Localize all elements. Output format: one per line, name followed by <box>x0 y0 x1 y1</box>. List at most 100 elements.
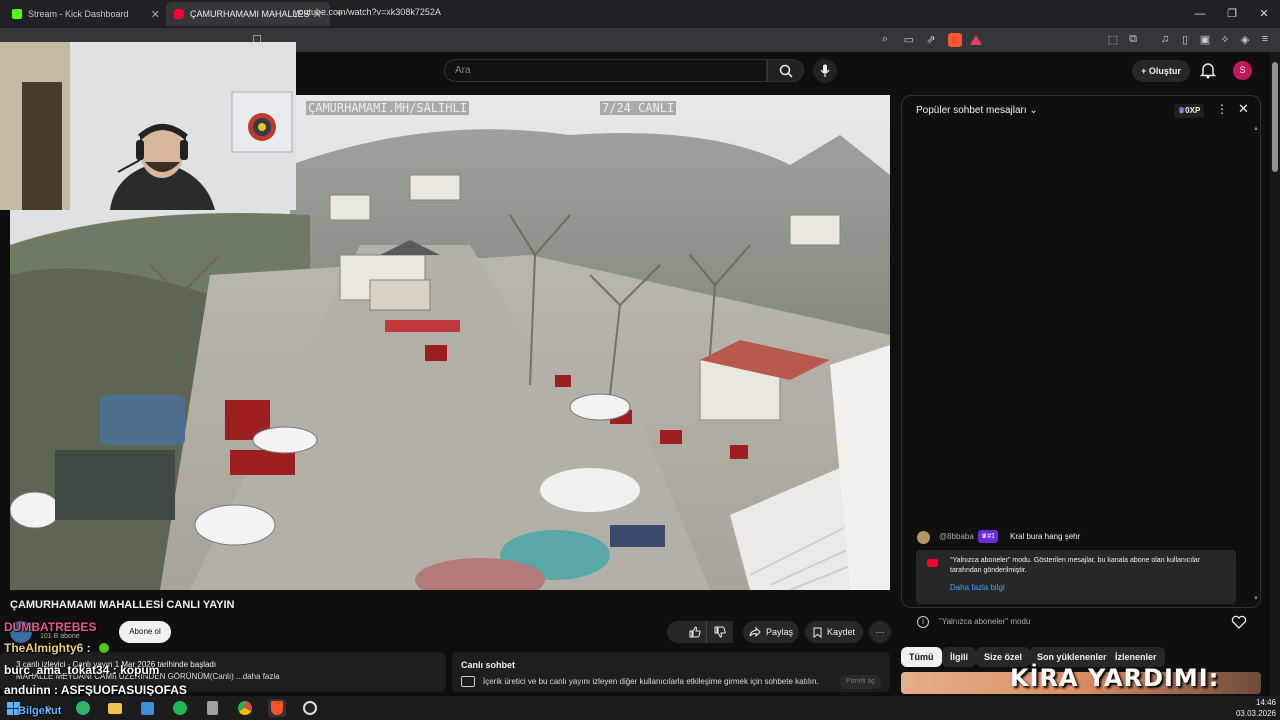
close-tab-icon[interactable]: ✕ <box>151 8 160 21</box>
edge-icon[interactable] <box>74 699 92 717</box>
chat-scroll-up-icon[interactable]: ▲ <box>1253 126 1259 132</box>
brave-shields-icon[interactable] <box>948 33 962 47</box>
xp-label: 0XP <box>1185 106 1201 115</box>
clock-time: 14:46 <box>1255 698 1276 707</box>
search-icon <box>779 64 793 78</box>
leo-ai-icon[interactable]: ✧ <box>1218 33 1232 46</box>
minimize-button[interactable]: — <box>1184 0 1216 28</box>
chat-footer: i "Yalnızca aboneler" modu <box>901 608 1261 638</box>
xp-badge[interactable]: ♛0XP <box>1174 104 1205 118</box>
emote-icon <box>99 642 110 653</box>
chip-all[interactable]: Tümü <box>901 647 942 667</box>
rank-badge: ♛#1 <box>978 530 999 543</box>
overlay-chat-line: burc_ama_tokat34 : kopum <box>4 663 160 677</box>
streamer-webcam-image <box>0 42 296 210</box>
cast-icon[interactable]: ▭ <box>902 33 916 46</box>
wallet-icon[interactable]: ▣ <box>1198 33 1212 46</box>
zoom-icon[interactable]: ⌕ <box>878 33 892 46</box>
microphone-icon <box>820 64 830 77</box>
chat-menu-icon[interactable]: ⋮ <box>1216 102 1228 116</box>
system-clock[interactable]: 14:46 03.03.2026 <box>1226 697 1276 719</box>
overlay-chat-user: TheAlmighty6 <box>4 641 84 655</box>
subscribe-button[interactable]: Abone ol <box>119 621 171 643</box>
chat-user-avatar[interactable] <box>917 531 930 544</box>
more-actions-button[interactable]: ⋯ <box>869 621 891 643</box>
create-button[interactable]: + Oluştur <box>1132 60 1190 82</box>
chat-scroll-down-icon[interactable]: ▼ <box>1253 596 1259 602</box>
youtube-icon <box>174 9 184 19</box>
tab-label: Stream - Kick Dashboard <box>28 9 129 19</box>
overlay-chat-message: ASFŞUOFASUIŞOFAS <box>60 683 187 697</box>
maximize-button[interactable]: ❐ <box>1216 0 1248 28</box>
scrollbar-thumb[interactable] <box>1272 62 1278 172</box>
live-chat-description: İçerik üretici ve bu canlı yayını izleye… <box>483 677 819 686</box>
live-chat-promo: Canlı sohbet İçerik üretici ve bu canlı … <box>452 652 890 692</box>
overlay-chat-user: DUMBATREBES <box>4 620 97 634</box>
close-window-button[interactable]: ✕ <box>1248 0 1280 28</box>
search-button[interactable] <box>767 59 804 82</box>
close-chat-icon[interactable]: ✕ <box>1238 101 1249 117</box>
share-page-icon[interactable]: ⇗ <box>924 33 938 46</box>
vpn-icon[interactable]: ◈ <box>1238 33 1252 46</box>
brave-rewards-icon[interactable] <box>970 35 982 45</box>
share-button[interactable]: Paylaş <box>743 621 799 643</box>
chat-message-text: Kral bura hang şehr <box>1010 532 1081 541</box>
overlay-chat-line: DUMBATREBES <box>4 620 96 634</box>
heart-reaction-button[interactable] <box>1231 614 1247 630</box>
save-label: Kaydet <box>826 627 856 637</box>
store-icon[interactable] <box>138 699 156 717</box>
url-field[interactable]: youtube.com/watch?v=xk308k7252A <box>272 4 992 20</box>
screenshot-icon[interactable]: ⧉ <box>1126 33 1140 46</box>
camera-location-label: ÇAMURHAMAMI.MH/SALIHLI <box>306 101 469 115</box>
youtube-icon <box>927 559 938 567</box>
share-icon <box>749 627 761 637</box>
overlay-chat-line: TheAlmighty6 : <box>4 639 110 657</box>
overlay-chat-colon: : <box>83 641 91 655</box>
chat-bubble-icon <box>461 676 475 687</box>
search-input[interactable]: Ara <box>444 59 767 82</box>
spotify-icon[interactable] <box>171 699 189 717</box>
menu-icon[interactable]: ≡ <box>1258 33 1272 45</box>
extensions-icon[interactable]: ⬚ <box>1106 33 1120 46</box>
learn-more-link[interactable]: Daha fazla bilgi <box>950 583 1005 592</box>
kick-icon <box>12 9 22 19</box>
chat-mode-text: "Yalnızca aboneler" modu <box>939 617 1031 626</box>
tab-kick-dashboard[interactable]: Stream - Kick Dashboard ✕ <box>4 2 168 26</box>
chevron-down-icon: ⌄ <box>1029 105 1038 116</box>
voice-search-button[interactable] <box>813 59 837 83</box>
open-panel-button[interactable]: Paneli aç <box>840 675 881 689</box>
clock-date: 03.03.2026 <box>1235 709 1276 718</box>
more-icon: ⋯ <box>875 626 885 637</box>
bookmark-save-icon <box>813 627 822 638</box>
camera-live-label: 7/24 CANLI <box>600 101 677 115</box>
video-title: ÇAMURHAMAMI MAHALLESİ CANLI YAYIN <box>10 599 235 611</box>
live-chat-panel: Popüler sohbet mesajları ⌄ ♛0XP ⋮ ✕ @8bb… <box>901 95 1261 608</box>
plus-icon: + <box>1141 66 1149 76</box>
obs-icon[interactable] <box>301 699 319 717</box>
calculator-icon[interactable] <box>203 699 221 717</box>
window-controls: — ❐ ✕ <box>1184 0 1280 28</box>
chat-mode-dropdown[interactable]: Popüler sohbet mesajları ⌄ <box>916 105 1038 116</box>
media-icon[interactable]: ♫ <box>1158 33 1172 45</box>
brave-taskbar-icon[interactable] <box>268 699 286 717</box>
save-button[interactable]: Kaydet <box>805 621 863 643</box>
account-avatar[interactable]: S <box>1233 61 1252 80</box>
windows-taskbar <box>0 696 1280 720</box>
chrome-icon[interactable] <box>236 699 254 717</box>
chat-message-author[interactable]: @8bbaba <box>939 532 974 541</box>
live-chat-title: Canlı sohbet <box>461 660 516 670</box>
dislike-button[interactable] <box>706 621 733 643</box>
notice-text: "Yalnızca aboneler" modu. Gösterilen mes… <box>950 557 1200 574</box>
thumbs-down-icon <box>714 626 726 638</box>
heart-icon <box>1231 615 1247 629</box>
file-explorer-icon[interactable] <box>106 699 124 717</box>
rank-badge-label: #1 <box>987 533 996 540</box>
subscribers-only-notice: "Yalnızca aboneler" modu. Gösterilen mes… <box>916 550 1236 604</box>
sidebar-icon[interactable]: ▯ <box>1178 33 1192 46</box>
notifications-button[interactable] <box>1199 61 1217 79</box>
bell-icon <box>1199 63 1217 79</box>
info-icon[interactable]: i <box>917 616 929 628</box>
create-label: Oluştur <box>1148 66 1181 76</box>
search-taskbar-icon[interactable]: ⌕ <box>40 699 58 717</box>
chip-related[interactable]: İlgili <box>942 647 976 667</box>
